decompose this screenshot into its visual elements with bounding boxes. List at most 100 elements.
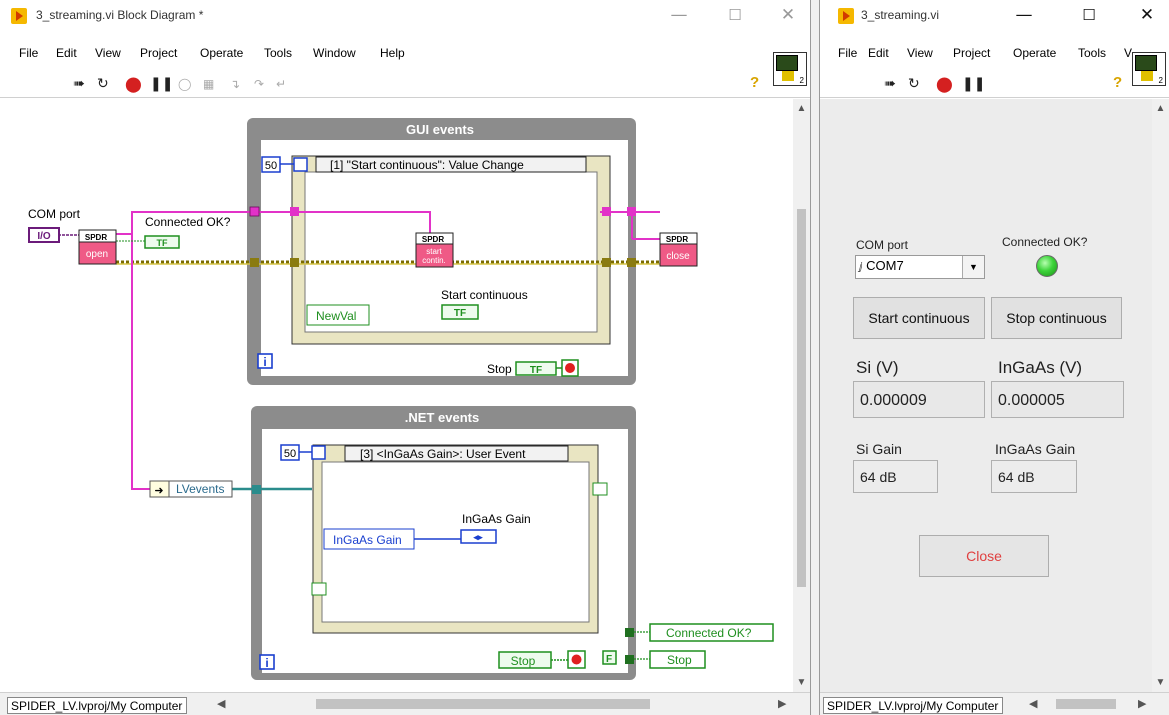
ingaas-value-indicator: 0.000005 (991, 381, 1124, 418)
spdr-start-contin-vi[interactable]: SPDR start contin. (415, 232, 454, 268)
scroll-right-icon[interactable]: ▶ (778, 697, 786, 710)
retain-wire-values-icon[interactable]: ▦ (203, 76, 214, 92)
spdr-close-vi[interactable]: SPDR close (659, 232, 698, 267)
fp-run-continuously-icon[interactable]: ↻ (908, 76, 920, 92)
fp-scroll-down-icon[interactable]: ▼ (1152, 677, 1169, 688)
fp-close-icon[interactable]: ✕ (1124, 0, 1169, 31)
fp-menu-file[interactable]: File (838, 46, 857, 60)
block-diagram-window: 3_streaming.vi Block Diagram * — ☐ ✕ Fil… (0, 0, 811, 715)
net-event-structure[interactable]: [3] <InGaAs Gain>: User Event 50 InGaAs … (280, 444, 608, 634)
step-out-icon[interactable]: ↵ (276, 76, 286, 92)
spdr-open-text: open (86, 249, 108, 260)
fp-hscroll-thumb[interactable] (1056, 699, 1116, 709)
labview-logo-icon-2 (838, 8, 854, 24)
block-diagram-canvas[interactable]: GUI events i Stop TF [1] "Start continuo… (0, 99, 792, 692)
hourglass-2-icon (311, 445, 326, 460)
scroll-down-icon[interactable]: ▼ (793, 677, 810, 688)
bd-project-path[interactable]: SPIDER_LV.lvproj/My Computer (7, 697, 188, 714)
fp-project-path[interactable]: SPIDER_LV.lvproj/My Computer (823, 697, 1004, 714)
fp-connected-label: Connected OK? (1002, 235, 1088, 249)
bd-vscroll-thumb[interactable] (797, 209, 806, 587)
fp-minimize-icon[interactable]: — (1001, 0, 1047, 31)
close-icon[interactable]: ✕ (765, 0, 810, 31)
fp-run-arrow-icon[interactable]: ➠ (884, 76, 896, 92)
minimize-icon[interactable]: — (656, 0, 702, 31)
false-constant-text: F (606, 654, 612, 665)
event-case-1-label: [1] "Start continuous": Value Change (330, 158, 524, 172)
com-port-combo[interactable]: ⅉ COM7 ▼ (855, 255, 985, 279)
menu-view[interactable]: View (95, 46, 121, 60)
fp-menu-project[interactable]: Project (953, 46, 990, 60)
newval-text: NewVal (316, 309, 356, 323)
fp-pause-icon[interactable]: ❚❚ (962, 76, 985, 92)
start-continuous-button[interactable]: Start continuous (853, 297, 985, 339)
menu-project[interactable]: Project (140, 46, 177, 60)
stop-local-text: Stop (511, 654, 536, 668)
spdr-start-header: SPDR (422, 235, 444, 244)
fp-menu-view[interactable]: View (907, 46, 933, 60)
fp-menu-operate[interactable]: Operate (1013, 46, 1056, 60)
diagram-svg: GUI events i Stop TF [1] "Start continuo… (28, 118, 774, 680)
lvevents-arrow-icon: ➜ (154, 485, 163, 497)
bd-window-title: 3_streaming.vi Block Diagram * (36, 8, 204, 22)
lvevents-text: LVevents (176, 482, 224, 496)
spdr-close-text: close (666, 251, 690, 262)
menu-window[interactable]: Window (313, 46, 356, 60)
stop-tf-text: TF (530, 365, 542, 376)
fp-scroll-right-icon[interactable]: ▶ (1138, 697, 1146, 710)
scroll-up-icon[interactable]: ▲ (793, 103, 810, 114)
fp-scroll-left-icon[interactable]: ◀ (1029, 697, 1037, 710)
spdr-close-header: SPDR (666, 235, 688, 244)
bd-hscroll-thumb[interactable] (316, 699, 650, 709)
run-continuously-icon[interactable]: ↻ (97, 76, 109, 92)
bd-vertical-scrollbar[interactable]: ▲ ▼ (793, 99, 810, 692)
si-value-indicator: 0.000009 (853, 381, 985, 418)
menu-edit[interactable]: Edit (56, 46, 77, 60)
fp-maximize-icon[interactable]: ☐ (1066, 0, 1112, 31)
fp-menu-window[interactable]: V (1124, 46, 1132, 60)
start-continuous-label: Start continuous (441, 288, 528, 302)
step-into-icon[interactable]: ↴ (230, 76, 240, 92)
event-case-2-label: [3] <InGaAs Gain>: User Event (360, 447, 526, 461)
menu-help[interactable]: Help (380, 46, 405, 60)
stop-local-2-text: Stop (667, 653, 692, 667)
vi-connector-icon[interactable]: 2 (773, 52, 807, 86)
help-icon[interactable]: ? (750, 74, 759, 91)
bd-titlebar: 3_streaming.vi Block Diagram * — ☐ ✕ (0, 0, 810, 31)
loop1-stop-label: Stop (487, 362, 512, 376)
highlight-execution-icon[interactable]: ◯ (178, 76, 191, 92)
fp-scroll-up-icon[interactable]: ▲ (1152, 103, 1169, 114)
abort-icon[interactable]: ⬤ (125, 76, 142, 92)
maximize-icon[interactable]: ☐ (712, 0, 758, 31)
menu-file[interactable]: File (19, 46, 38, 60)
si-label: Si (V) (856, 358, 899, 377)
fp-menubar: File Edit View Project Operate Tools V (820, 46, 1169, 66)
spdr-open-vi[interactable]: SPDR open (78, 229, 117, 265)
ingaas-gain-indicator-arrows: ◂▸ (472, 532, 483, 542)
fp-help-icon[interactable]: ? (1113, 74, 1122, 91)
pause-icon[interactable]: ❚❚ (150, 76, 173, 92)
menu-tools[interactable]: Tools (264, 46, 292, 60)
fp-menu-edit[interactable]: Edit (868, 46, 889, 60)
ingaas-label: InGaAs (V) (998, 358, 1083, 377)
com-port-label: COM port (28, 207, 81, 221)
si-gain-field[interactable]: 64 dB (853, 460, 938, 493)
lvevents-node[interactable]: ➜ LVevents (149, 480, 233, 498)
step-over-icon[interactable]: ↷ (254, 76, 264, 92)
event-reg-terminal-right (592, 482, 608, 496)
scroll-left-icon[interactable]: ◀ (217, 697, 225, 710)
stop-condition-icon (565, 363, 575, 373)
chevron-down-icon[interactable]: ▼ (962, 256, 984, 278)
stop-continuous-button[interactable]: Stop continuous (991, 297, 1122, 339)
fp-menu-tools[interactable]: Tools (1078, 46, 1106, 60)
run-arrow-icon[interactable]: ➠ (73, 76, 85, 92)
fp-vertical-scrollbar[interactable]: ▲ ▼ (1152, 99, 1169, 692)
menu-operate[interactable]: Operate (200, 46, 243, 60)
spdr-open-header: SPDR (85, 233, 107, 242)
fp-abort-icon[interactable]: ⬤ (936, 76, 953, 92)
close-button[interactable]: Close (919, 535, 1049, 577)
com-port-value: COM7 (866, 258, 904, 273)
fp-vi-connector-icon[interactable]: 2 (1132, 52, 1166, 86)
loop1-iter-text: i (263, 355, 266, 369)
ingaas-gain-field[interactable]: 64 dB (991, 460, 1077, 493)
